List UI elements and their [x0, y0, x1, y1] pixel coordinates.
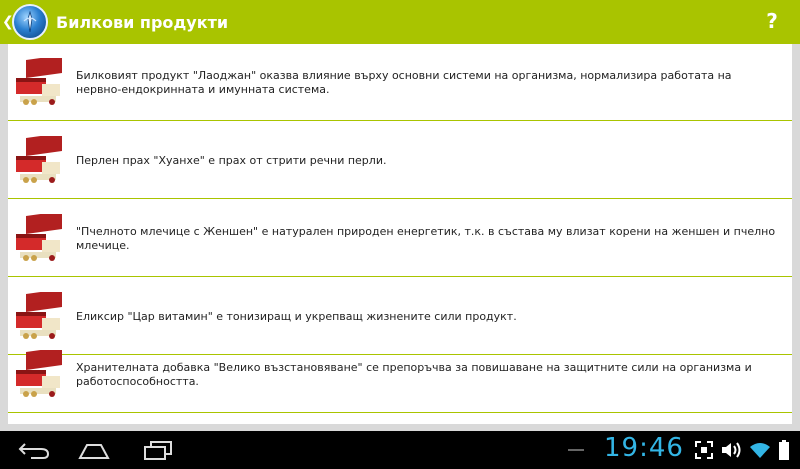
product-box-icon	[12, 132, 64, 186]
battery-icon	[774, 431, 794, 469]
list-item[interactable]: Хранителната добавка "Велико възстановяв…	[8, 336, 792, 413]
product-box-icon	[12, 346, 64, 400]
app-logo-icon[interactable]	[12, 4, 48, 40]
product-description: Перлен прах "Хуанхе" е прах от стрити ре…	[76, 153, 387, 167]
product-box-icon	[12, 210, 64, 264]
divider	[8, 412, 792, 413]
divider	[8, 276, 792, 277]
list-item[interactable]: Билковият продукт "Лаоджан" оказва влиян…	[8, 44, 792, 121]
product-description: "Пчелното млечице с Женшен" е натурален …	[76, 224, 776, 252]
list-item[interactable]: "Пчелното млечице с Женшен" е натурален …	[8, 200, 792, 277]
product-description: Билковият продукт "Лаоджан" оказва влиян…	[76, 68, 732, 96]
product-list[interactable]: Билковият продукт "Лаоджан" оказва влиян…	[8, 44, 792, 424]
product-description: Хранителната добавка "Велико възстановяв…	[76, 360, 752, 388]
notification-dash-icon[interactable]	[566, 431, 586, 469]
status-clock: 19:46	[604, 433, 684, 463]
product-description: Еликсир "Цар витамин" е тонизиращ и укре…	[76, 309, 517, 323]
recent-apps-icon[interactable]	[138, 431, 178, 469]
back-icon[interactable]	[14, 431, 54, 469]
wifi-icon	[748, 431, 772, 469]
action-bar: ❮ Билкови продукти ?	[0, 0, 800, 44]
screenshot-icon[interactable]	[692, 431, 716, 469]
product-box-icon	[12, 288, 64, 342]
volume-icon[interactable]	[720, 431, 744, 469]
product-box-icon	[12, 54, 64, 108]
home-icon[interactable]	[74, 431, 114, 469]
divider	[8, 120, 792, 121]
divider	[8, 198, 792, 199]
chevron-left-icon[interactable]: ❮	[2, 0, 14, 44]
system-nav-bar: 19:46	[0, 431, 800, 469]
page-title: Билкови продукти	[56, 12, 229, 32]
help-button[interactable]: ?	[764, 9, 780, 33]
list-item[interactable]: Перлен прах "Хуанхе" е прах от стрити ре…	[8, 122, 792, 199]
